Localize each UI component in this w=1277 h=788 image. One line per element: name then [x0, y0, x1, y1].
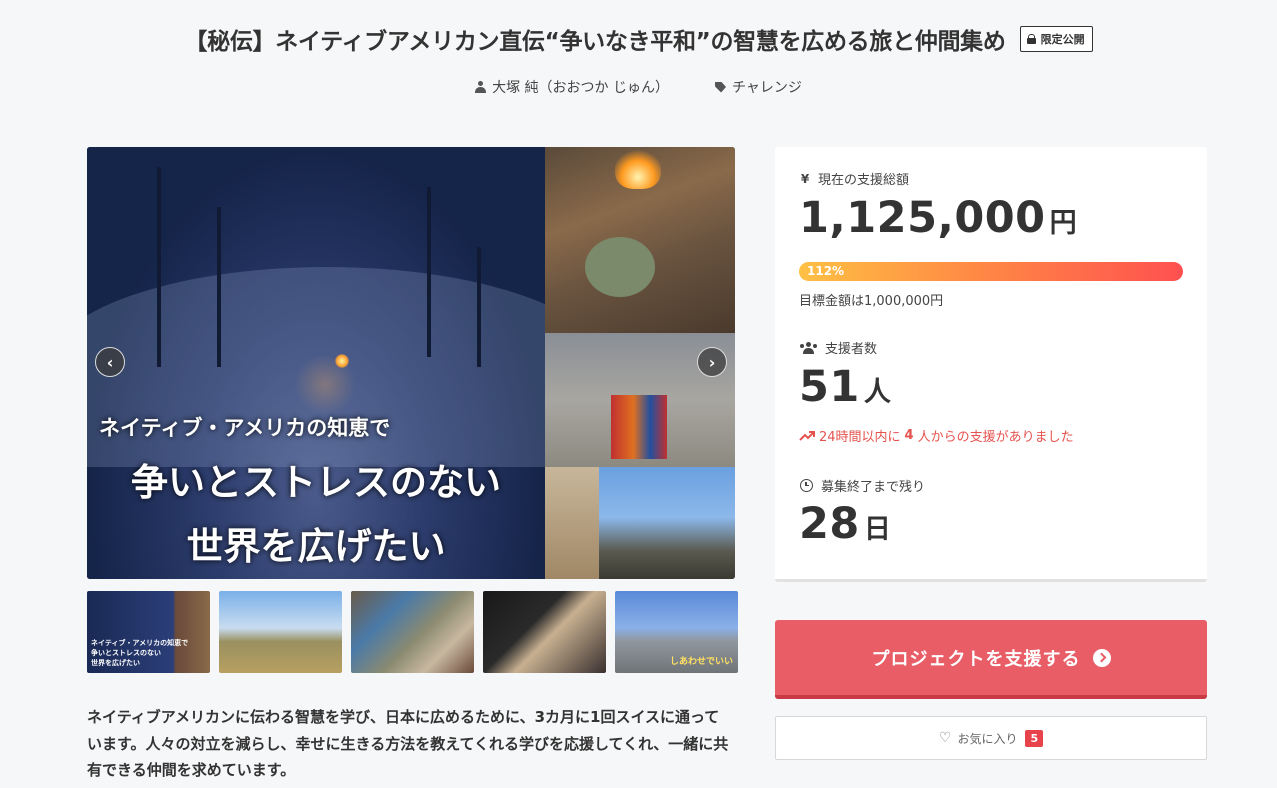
funding-progress-bar: 112%: [799, 262, 1183, 281]
visibility-badge-label: 限定公開: [1040, 33, 1085, 46]
hero-headline-line1: 争いとストレスのない: [131, 461, 501, 504]
collage-bonfire-photo: [545, 147, 735, 333]
trending-up-icon: [799, 430, 815, 441]
backers-label: 支援者数: [800, 338, 877, 357]
remaining-label: 募集終了まで残り: [800, 476, 925, 495]
main-visual-carousel[interactable]: ネイティブ・アメリカの知恵で 争いとストレスのない 世界を広げたい ‹ ›: [87, 147, 735, 579]
page-title: 【秘伝】ネイティブアメリカン直伝“争いなき平和”の智慧を広める旅と仲間集め: [184, 29, 1006, 55]
lock-icon: [1026, 34, 1036, 44]
hero-headline-line2: 世界を広げたい: [186, 525, 446, 568]
arrow-circle-right-icon: [1092, 648, 1111, 667]
thumbnail-4[interactable]: [483, 591, 606, 673]
hero-caption: ネイティブ・アメリカの知恵で 争いとストレスのない 世界を広げたい: [87, 412, 545, 570]
collage-landscape-photo: [545, 467, 735, 579]
favorite-button[interactable]: ♡ お気に入り 5: [775, 716, 1207, 760]
group-icon: [800, 341, 817, 354]
chevron-left-icon: ‹: [106, 352, 114, 372]
visibility-badge: 限定公開: [1019, 26, 1093, 52]
hero-subtitle: ネイティブ・アメリカの知恵で: [99, 416, 391, 440]
author-link[interactable]: 大塚 純（おおつか じゅん）: [475, 77, 669, 97]
carousel-next-button[interactable]: ›: [697, 347, 727, 377]
heart-icon: ♡: [938, 730, 952, 746]
funding-stats-panel: ¥ 現在の支援総額 1,125,000 円 112% 目標金額は1,000,000…: [775, 147, 1207, 582]
project-summary: ネイティブアメリカンに伝わる智慧を学び、日本に広めるために、3カ月に1回スイスに…: [87, 708, 729, 779]
campfire: [335, 354, 349, 368]
carousel-prev-button[interactable]: ‹: [95, 347, 125, 377]
category-name: チャレンジ: [732, 80, 802, 96]
thumbnail-5[interactable]: [615, 591, 738, 673]
favorite-count-badge: 5: [1025, 729, 1044, 747]
funding-amount: 1,125,000 円: [799, 193, 1078, 243]
remaining-days: 28 日: [799, 499, 892, 549]
tag-icon: [715, 81, 727, 93]
goal-amount: 目標金額は1,000,000円: [799, 294, 944, 309]
project-meta: 大塚 純（おおつか じゅん） チャレンジ: [0, 77, 1277, 97]
thumbnail-3[interactable]: [351, 591, 474, 673]
recent-backers-notice: 24時間以内に 4 人からの支援がありました: [799, 426, 1074, 445]
backers-count: 51 人: [799, 362, 892, 412]
favorite-label: お気に入り: [957, 731, 1018, 746]
yen-icon: ¥: [800, 171, 810, 186]
funding-label: ¥ 現在の支援総額: [800, 171, 910, 189]
thumbnail-1[interactable]: [87, 591, 210, 673]
support-button-label: プロジェクトを支援する: [871, 648, 1081, 670]
chevron-right-icon: ›: [708, 352, 716, 372]
hero-night-scene: ネイティブ・アメリカの知恵で 争いとストレスのない 世界を広げたい: [87, 147, 607, 579]
author-name: 大塚 純（おおつか じゅん）: [492, 80, 670, 96]
thumbnail-strip: [87, 591, 738, 673]
title-row: 【秘伝】ネイティブアメリカン直伝“争いなき平和”の智慧を広める旅と仲間集め 限定…: [0, 22, 1277, 56]
clock-icon: [800, 479, 813, 492]
support-project-button[interactable]: プロジェクトを支援する: [775, 620, 1207, 699]
category-link[interactable]: チャレンジ: [715, 77, 802, 97]
thumbnail-2[interactable]: [219, 591, 342, 673]
progress-percent: 112%: [807, 264, 845, 278]
person-icon: [475, 81, 487, 93]
